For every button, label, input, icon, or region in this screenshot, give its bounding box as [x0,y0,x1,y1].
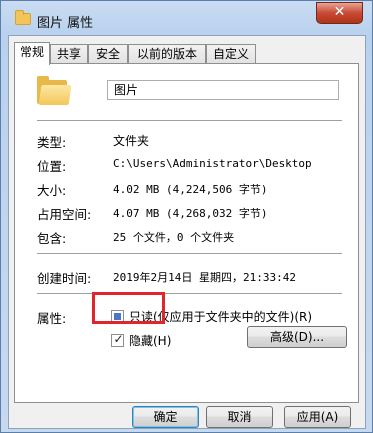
tab-sharing[interactable]: 共享 [50,44,88,64]
folder-icon [15,10,31,25]
size-on-disk-value: 4.07 MB (4,268,032 字节) [113,207,268,220]
folder-name-field[interactable]: 图片 [107,80,339,100]
general-panel: 图片 类型: 文件夹 位置: C:\Users\Administrator\De… [14,63,359,403]
type-value: 文件夹 [113,134,150,148]
highlight-box [92,292,165,324]
hidden-label[interactable]: 隐藏(H) [129,332,171,349]
advanced-button[interactable]: 高级(D)... [247,326,347,348]
tab-security[interactable]: 安全 [88,44,128,64]
contains-label: 包含: [37,231,67,246]
attributes-label: 属性: [37,311,67,326]
location-value: C:\Users\Administrator\Desktop [113,157,312,170]
dialog-client: 常规 共享 安全 以前的版本 自定义 图片 类型: 文件夹 位置: C:\Use… [8,35,366,429]
close-button[interactable]: ✕ [316,2,363,24]
window-title: 图片 属性 [37,16,94,31]
location-label: 位置: [37,159,67,174]
type-label: 类型: [37,135,67,150]
properties-window: 图片 属性 ✕ 常规 共享 安全 以前的版本 自定义 图片 类型: 文件夹 位置… [0,0,373,433]
cancel-button[interactable]: 取消 [206,406,273,428]
created-value: 2019年2月14日 星期四，21:33:42 [113,271,296,284]
folder-icon [37,76,72,106]
title-bar[interactable]: 图片 属性 ✕ [1,1,373,35]
size-label: 大小: [37,183,67,198]
size-on-disk-label: 占用空间: [37,207,92,222]
divider [37,120,342,122]
hidden-checkbox[interactable]: ✓ [111,332,124,347]
tab-general[interactable]: 常规 [14,42,50,65]
divider [37,253,342,255]
checkmark-icon: ✓ [113,332,124,346]
close-icon: ✕ [333,4,346,20]
contains-value: 25 个文件，0 个文件夹 [113,231,235,244]
size-value: 4.02 MB (4,224,506 字节) [113,183,268,196]
created-label: 创建时间: [37,271,92,286]
apply-button[interactable]: 应用(A) [284,406,351,428]
ok-button[interactable]: 确定 [132,406,199,428]
divider [37,293,342,295]
tab-previous-versions[interactable]: 以前的版本 [128,44,206,64]
tab-customize[interactable]: 自定义 [206,44,256,64]
